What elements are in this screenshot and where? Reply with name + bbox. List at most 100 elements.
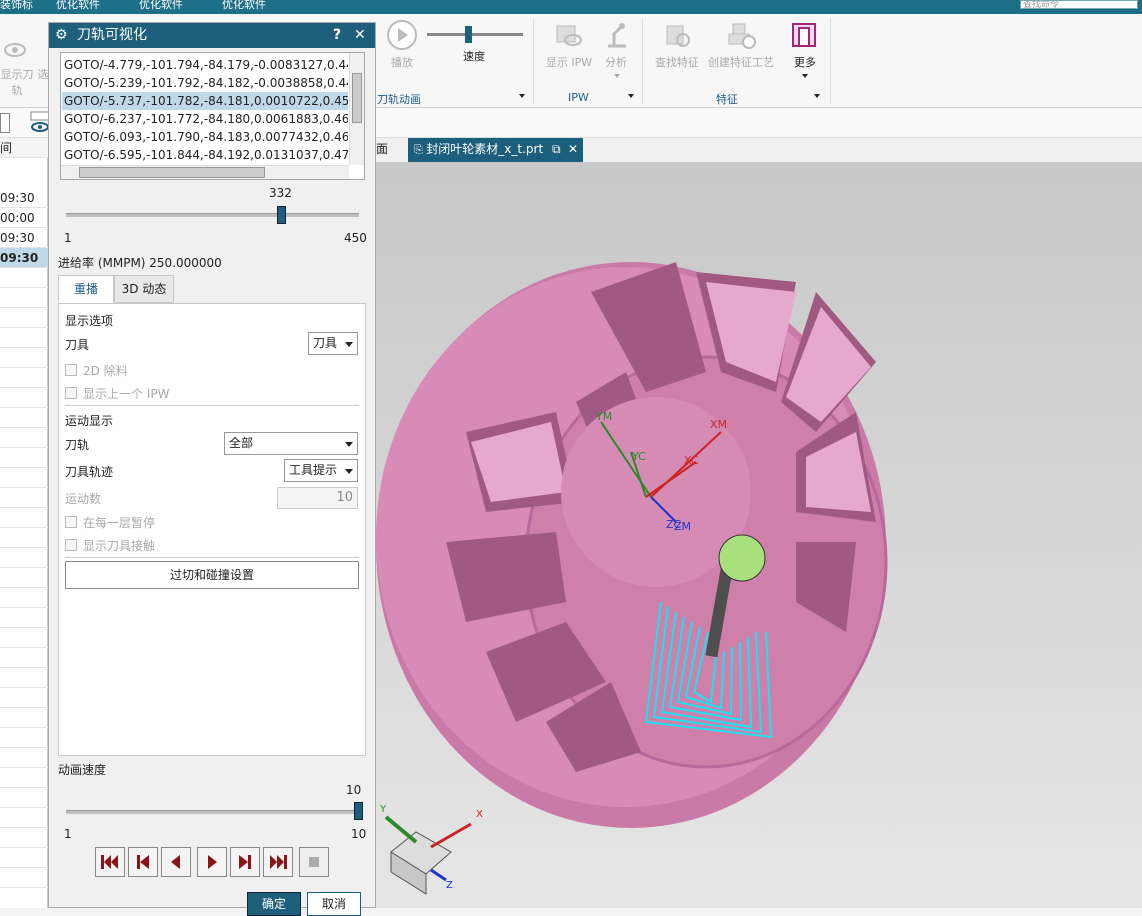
list-item[interactable]	[0, 528, 48, 548]
speed-slider-thumb[interactable]	[465, 26, 472, 43]
goto-line[interactable]: GOTO/-6.595,-101.844,-84.192,0.0131037,0…	[62, 146, 348, 164]
list-item[interactable]	[0, 328, 48, 348]
list-item-selected[interactable]: 09:30	[0, 248, 48, 268]
list-item[interactable]	[0, 848, 48, 868]
top-strip-item[interactable]: 优化软件	[56, 0, 100, 12]
stop-button[interactable]	[299, 847, 329, 877]
play-backward-button[interactable]	[161, 847, 191, 877]
fast-forward-to-end-button[interactable]	[263, 847, 293, 877]
list-item[interactable]	[0, 668, 48, 688]
list-item[interactable]	[0, 648, 48, 668]
pause-each-layer-checkbox[interactable]	[65, 516, 77, 528]
position-slider-track[interactable]	[66, 213, 359, 217]
list-item[interactable]	[0, 368, 48, 388]
help-button[interactable]: ?	[333, 23, 341, 48]
graphics-viewport[interactable]: YM YC XM XC ZC ZM Y X Z	[376, 162, 1142, 908]
top-strip-item[interactable]: 优化软件	[139, 0, 183, 12]
goto-line[interactable]: GOTO/-6.093,-101.790,-84.183,0.0077432,0…	[62, 128, 348, 146]
vertical-scrollbar-thumb[interactable]	[352, 73, 362, 123]
list-item[interactable]	[0, 408, 48, 428]
goto-listbox[interactable]: GOTO/-4.779,-101.794,-84.179,-0.0083127,…	[60, 52, 365, 180]
tab-replay[interactable]: 重播	[58, 275, 114, 303]
top-strip-item[interactable]: 装饰标	[0, 0, 33, 12]
tab-close-icon[interactable]: ✕	[568, 138, 578, 160]
horizontal-scrollbar-thumb[interactable]	[79, 167, 265, 178]
mcs-eye-icon[interactable]	[30, 111, 50, 133]
filter-dropdown[interactable]	[0, 113, 10, 133]
chevron-down-icon[interactable]	[614, 74, 620, 78]
cancel-button[interactable]: 取消	[307, 892, 361, 916]
play-forward-button[interactable]	[197, 847, 227, 877]
list-item[interactable]	[0, 468, 48, 488]
tab-3d-dynamic[interactable]: 3D 动态	[114, 275, 174, 303]
top-strip-item[interactable]: 优化软件	[222, 0, 266, 12]
command-search-input[interactable]: 查找命令	[1020, 0, 1138, 9]
list-item[interactable]	[0, 828, 48, 848]
list-item[interactable]	[0, 708, 48, 728]
list-item[interactable]	[0, 788, 48, 808]
find-feature-icon	[666, 25, 690, 47]
list-item[interactable]: 00:00	[0, 208, 48, 228]
show-tool-contact-checkbox[interactable]	[65, 539, 77, 551]
list-item[interactable]	[0, 308, 48, 328]
show-toolpath-button[interactable]: 显示刀轨	[0, 32, 34, 98]
tool-dropdown[interactable]: 刀具	[308, 332, 358, 355]
vertical-scrollbar[interactable]	[349, 53, 364, 165]
tab-active-part[interactable]: ⎘ 封闭叶轮素材_x_t.prt ⧉ ✕	[408, 138, 583, 162]
anim-speed-slider-track[interactable]	[66, 810, 359, 814]
find-feature-button[interactable]: 查找特征	[650, 20, 704, 70]
list-item[interactable]	[0, 688, 48, 708]
step-forward-button[interactable]	[230, 847, 260, 877]
analysis-button[interactable]: 分析	[600, 20, 632, 70]
goto-line-selected[interactable]: GOTO/-5.737,-101.782,-84.181,0.0010722,0…	[62, 92, 348, 110]
play-button[interactable]: 播放	[386, 20, 418, 70]
anim-speed-slider-thumb[interactable]	[354, 802, 363, 820]
create-feature-process-button[interactable]: 创建特征工艺	[706, 20, 776, 70]
list-item[interactable]	[0, 768, 48, 788]
list-item[interactable]	[0, 728, 48, 748]
list-item[interactable]	[0, 448, 48, 468]
show-ipw-button[interactable]: 显示 IPW	[542, 20, 596, 70]
chevron-down-icon[interactable]	[519, 94, 525, 98]
speed-slider-track[interactable]	[427, 33, 523, 36]
list-item[interactable]	[0, 588, 48, 608]
horizontal-scrollbar[interactable]	[61, 165, 349, 179]
overcut-collision-settings-button[interactable]: 过切和碰撞设置	[65, 561, 359, 589]
list-item[interactable]	[0, 628, 48, 648]
list-item[interactable]	[0, 288, 48, 308]
tab-popout-icon[interactable]: ⧉	[552, 138, 561, 160]
chevron-down-icon[interactable]	[814, 94, 820, 98]
list-item[interactable]	[0, 488, 48, 508]
tab-previous[interactable]: 面	[376, 138, 406, 162]
list-item[interactable]	[0, 808, 48, 828]
removal-2d-checkbox[interactable]	[65, 364, 77, 376]
list-item[interactable]	[0, 508, 48, 528]
ok-button[interactable]: 确定	[247, 892, 301, 916]
goto-line[interactable]: GOTO/-4.779,-101.794,-84.179,-0.0083127,…	[62, 56, 348, 74]
list-item[interactable]	[0, 268, 48, 288]
position-slider-thumb[interactable]	[276, 206, 286, 224]
goto-line[interactable]: GOTO/-6.237,-101.772,-84.180,0.0061883,0…	[62, 110, 348, 128]
close-button[interactable]: ✕	[354, 23, 366, 48]
show-prev-ipw-checkbox[interactable]	[65, 387, 77, 399]
tool-trace-dropdown[interactable]: 工具提示	[284, 459, 358, 482]
list-item[interactable]	[0, 548, 48, 568]
list-item[interactable]: 09:30	[0, 228, 48, 248]
step-back-button[interactable]	[128, 847, 158, 877]
list-item[interactable]	[0, 868, 48, 888]
list-item[interactable]	[0, 428, 48, 448]
more-button[interactable]: 更多	[788, 20, 822, 70]
goto-line[interactable]: GOTO/-5.239,-101.792,-84.182,-0.0038858,…	[62, 74, 348, 92]
chevron-down-icon[interactable]	[628, 94, 634, 98]
list-item[interactable]: 09:30	[0, 188, 48, 208]
list-item[interactable]	[0, 748, 48, 768]
list-item[interactable]	[0, 348, 48, 368]
chevron-down-icon[interactable]	[802, 74, 808, 78]
list-item[interactable]	[0, 608, 48, 628]
motion-count-field[interactable]: 10	[277, 487, 358, 509]
toolpath-dropdown[interactable]: 全部	[224, 432, 358, 455]
list-item[interactable]	[0, 568, 48, 588]
rewind-to-start-button[interactable]	[95, 847, 125, 877]
dialog-titlebar[interactable]: ⚙ 刀轨可视化 ? ✕	[49, 23, 375, 48]
list-item[interactable]	[0, 388, 48, 408]
